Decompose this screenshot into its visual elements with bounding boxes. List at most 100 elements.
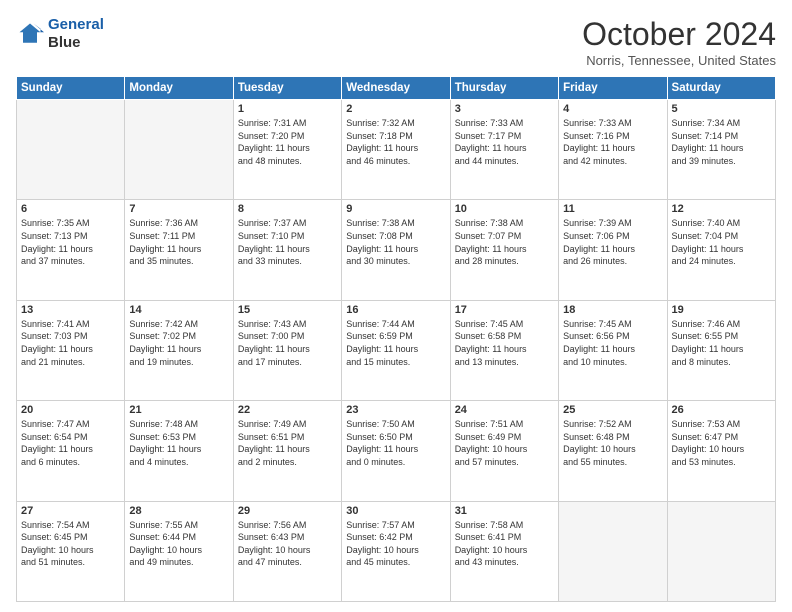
day-info: Sunrise: 7:38 AM Sunset: 7:07 PM Dayligh… [455, 217, 554, 267]
day-info: Sunrise: 7:58 AM Sunset: 6:41 PM Dayligh… [455, 519, 554, 569]
day-number: 28 [129, 505, 228, 517]
calendar-body: 1Sunrise: 7:31 AM Sunset: 7:20 PM Daylig… [17, 100, 776, 602]
calendar-week: 20 Sunrise: 7:47 AM Sunset: 6:54 PM Dayli… [17, 401, 776, 501]
calendar-cell: 20 Sunrise: 7:47 AM Sunset: 6:54 PM Dayli… [17, 401, 125, 501]
day-info: Sunrise: 7:44 AM Sunset: 6:59 PM Dayligh… [346, 318, 445, 368]
day-info: Sunrise: 7:33 AM Sunset: 7:16 PM Dayligh… [563, 117, 662, 167]
day-number: 18 [563, 304, 662, 316]
calendar-cell: 4 Sunrise: 7:33 AM Sunset: 7:16 PM Daylig… [559, 100, 667, 200]
day-number: 5 [672, 103, 771, 115]
day-number: 20 [21, 404, 120, 416]
day-info: Sunrise: 7:52 AM Sunset: 6:48 PM Dayligh… [563, 418, 662, 468]
calendar-cell: 18Sunrise: 7:45 AM Sunset: 6:56 PM Dayli… [559, 300, 667, 400]
day-number: 16 [346, 304, 445, 316]
calendar-cell: 16 Sunrise: 7:44 AM Sunset: 6:59 PM Dayli… [342, 300, 450, 400]
day-info: Sunrise: 7:39 AM Sunset: 7:06 PM Dayligh… [563, 217, 662, 267]
day-info: Sunrise: 7:50 AM Sunset: 6:50 PM Dayligh… [346, 418, 445, 468]
calendar-cell: 28Sunrise: 7:55 AM Sunset: 6:44 PM Dayli… [125, 501, 233, 601]
calendar-cell: 2 Sunrise: 7:32 AM Sunset: 7:18 PM Daylig… [342, 100, 450, 200]
header: General Blue October 2024 Norris, Tennes… [16, 16, 776, 68]
day-info: Sunrise: 7:40 AM Sunset: 7:04 PM Dayligh… [672, 217, 771, 267]
day-number: 2 [346, 103, 445, 115]
calendar-cell: 17Sunrise: 7:45 AM Sunset: 6:58 PM Dayli… [450, 300, 558, 400]
calendar: SundayMondayTuesdayWednesdayThursdayFrid… [16, 76, 776, 602]
weekday-header: Friday [559, 77, 667, 100]
day-number: 4 [563, 103, 662, 115]
day-number: 22 [238, 404, 337, 416]
day-info: Sunrise: 7:45 AM Sunset: 6:58 PM Dayligh… [455, 318, 554, 368]
logo-line2: Blue [48, 34, 104, 52]
calendar-cell: 14Sunrise: 7:42 AM Sunset: 7:02 PM Dayli… [125, 300, 233, 400]
weekday-header: Tuesday [233, 77, 341, 100]
day-info: Sunrise: 7:54 AM Sunset: 6:45 PM Dayligh… [21, 519, 120, 569]
location: Norris, Tennessee, United States [582, 53, 776, 68]
calendar-cell: 1Sunrise: 7:31 AM Sunset: 7:20 PM Daylig… [233, 100, 341, 200]
day-number: 24 [455, 404, 554, 416]
calendar-cell: 10 Sunrise: 7:38 AM Sunset: 7:07 PM Dayli… [450, 200, 558, 300]
calendar-cell: 24 Sunrise: 7:51 AM Sunset: 6:49 PM Dayli… [450, 401, 558, 501]
calendar-cell: 19Sunrise: 7:46 AM Sunset: 6:55 PM Dayli… [667, 300, 775, 400]
day-info: Sunrise: 7:51 AM Sunset: 6:49 PM Dayligh… [455, 418, 554, 468]
day-info: Sunrise: 7:56 AM Sunset: 6:43 PM Dayligh… [238, 519, 337, 569]
day-number: 12 [672, 203, 771, 215]
calendar-cell: 12 Sunrise: 7:40 AM Sunset: 7:04 PM Dayli… [667, 200, 775, 300]
day-number: 27 [21, 505, 120, 517]
day-number: 21 [129, 404, 228, 416]
day-info: Sunrise: 7:49 AM Sunset: 6:51 PM Dayligh… [238, 418, 337, 468]
weekday-header: Thursday [450, 77, 558, 100]
day-number: 30 [346, 505, 445, 517]
logo-line1: General [48, 16, 104, 33]
day-info: Sunrise: 7:48 AM Sunset: 6:53 PM Dayligh… [129, 418, 228, 468]
calendar-cell: 11 Sunrise: 7:39 AM Sunset: 7:06 PM Dayli… [559, 200, 667, 300]
day-number: 6 [21, 203, 120, 215]
day-info: Sunrise: 7:36 AM Sunset: 7:11 PM Dayligh… [129, 217, 228, 267]
day-info: Sunrise: 7:41 AM Sunset: 7:03 PM Dayligh… [21, 318, 120, 368]
calendar-cell: 9 Sunrise: 7:38 AM Sunset: 7:08 PM Daylig… [342, 200, 450, 300]
day-info: Sunrise: 7:42 AM Sunset: 7:02 PM Dayligh… [129, 318, 228, 368]
calendar-week: 27 Sunrise: 7:54 AM Sunset: 6:45 PM Dayli… [17, 501, 776, 601]
day-number: 9 [346, 203, 445, 215]
logo-icon [16, 20, 44, 48]
day-number: 26 [672, 404, 771, 416]
calendar-cell: 29 Sunrise: 7:56 AM Sunset: 6:43 PM Dayli… [233, 501, 341, 601]
day-number: 10 [455, 203, 554, 215]
calendar-cell [125, 100, 233, 200]
day-info: Sunrise: 7:34 AM Sunset: 7:14 PM Dayligh… [672, 117, 771, 167]
day-number: 7 [129, 203, 228, 215]
calendar-cell: 21 Sunrise: 7:48 AM Sunset: 6:53 PM Dayli… [125, 401, 233, 501]
day-info: Sunrise: 7:38 AM Sunset: 7:08 PM Dayligh… [346, 217, 445, 267]
calendar-header: SundayMondayTuesdayWednesdayThursdayFrid… [17, 77, 776, 100]
day-info: Sunrise: 7:47 AM Sunset: 6:54 PM Dayligh… [21, 418, 120, 468]
calendar-week: 13 Sunrise: 7:41 AM Sunset: 7:03 PM Dayli… [17, 300, 776, 400]
day-number: 13 [21, 304, 120, 316]
day-info: Sunrise: 7:43 AM Sunset: 7:00 PM Dayligh… [238, 318, 337, 368]
day-info: Sunrise: 7:32 AM Sunset: 7:18 PM Dayligh… [346, 117, 445, 167]
day-number: 23 [346, 404, 445, 416]
day-number: 25 [563, 404, 662, 416]
calendar-cell: 6 Sunrise: 7:35 AM Sunset: 7:13 PM Daylig… [17, 200, 125, 300]
day-info: Sunrise: 7:53 AM Sunset: 6:47 PM Dayligh… [672, 418, 771, 468]
day-number: 8 [238, 203, 337, 215]
calendar-cell: 8 Sunrise: 7:37 AM Sunset: 7:10 PM Daylig… [233, 200, 341, 300]
day-number: 1 [238, 103, 337, 115]
day-number: 15 [238, 304, 337, 316]
day-info: Sunrise: 7:35 AM Sunset: 7:13 PM Dayligh… [21, 217, 120, 267]
day-info: Sunrise: 7:57 AM Sunset: 6:42 PM Dayligh… [346, 519, 445, 569]
day-number: 11 [563, 203, 662, 215]
day-number: 3 [455, 103, 554, 115]
calendar-cell: 13 Sunrise: 7:41 AM Sunset: 7:03 PM Dayli… [17, 300, 125, 400]
day-info: Sunrise: 7:46 AM Sunset: 6:55 PM Dayligh… [672, 318, 771, 368]
calendar-cell: 22 Sunrise: 7:49 AM Sunset: 6:51 PM Dayli… [233, 401, 341, 501]
calendar-cell [17, 100, 125, 200]
calendar-week: 6 Sunrise: 7:35 AM Sunset: 7:13 PM Daylig… [17, 200, 776, 300]
weekday-header: Saturday [667, 77, 775, 100]
day-number: 29 [238, 505, 337, 517]
calendar-cell: 7 Sunrise: 7:36 AM Sunset: 7:11 PM Daylig… [125, 200, 233, 300]
weekday-row: SundayMondayTuesdayWednesdayThursdayFrid… [17, 77, 776, 100]
calendar-cell: 27 Sunrise: 7:54 AM Sunset: 6:45 PM Dayli… [17, 501, 125, 601]
day-info: Sunrise: 7:33 AM Sunset: 7:17 PM Dayligh… [455, 117, 554, 167]
day-info: Sunrise: 7:37 AM Sunset: 7:10 PM Dayligh… [238, 217, 337, 267]
calendar-week: 1Sunrise: 7:31 AM Sunset: 7:20 PM Daylig… [17, 100, 776, 200]
month-title: October 2024 [582, 16, 776, 53]
calendar-cell: 26 Sunrise: 7:53 AM Sunset: 6:47 PM Dayli… [667, 401, 775, 501]
